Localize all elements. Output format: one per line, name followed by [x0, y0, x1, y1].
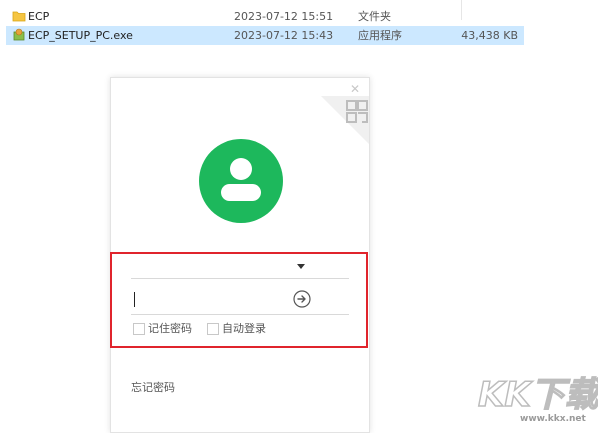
file-modified: 2023-07-12 15:51	[234, 10, 334, 23]
file-size: 43,438 KB	[461, 29, 518, 42]
file-name: ECP	[28, 10, 50, 23]
file-type: 文件夹	[358, 10, 391, 23]
file-modified: 2023-07-12 15:43	[234, 29, 334, 42]
file-name: ECP_SETUP_PC.exe	[28, 29, 133, 42]
file-list: ECP 2023-07-12 15:51 文件夹 ECP_SETUP_PC.ex…	[0, 0, 600, 48]
installer-icon	[12, 28, 26, 42]
kk-logo-icon: KK下载	[477, 374, 600, 416]
watermark-url: www.kkx.net	[520, 414, 586, 424]
file-type: 应用程序	[358, 29, 402, 42]
forgot-password-link[interactable]: 忘记密码	[131, 379, 175, 395]
svg-text:KK下载: KK下载	[478, 375, 598, 414]
highlight-box	[110, 252, 368, 348]
qr-code-icon	[321, 96, 369, 144]
qr-login-toggle[interactable]	[321, 96, 369, 144]
folder-icon	[12, 9, 26, 23]
file-row-ecp-setup[interactable]: ECP_SETUP_PC.exe 2023-07-12 15:43 应用程序 4…	[6, 26, 524, 45]
avatar	[199, 139, 283, 223]
close-button[interactable]: ✕	[349, 83, 361, 95]
user-icon	[221, 158, 261, 201]
file-row-ecp[interactable]: ECP 2023-07-12 15:51 文件夹	[6, 7, 524, 26]
